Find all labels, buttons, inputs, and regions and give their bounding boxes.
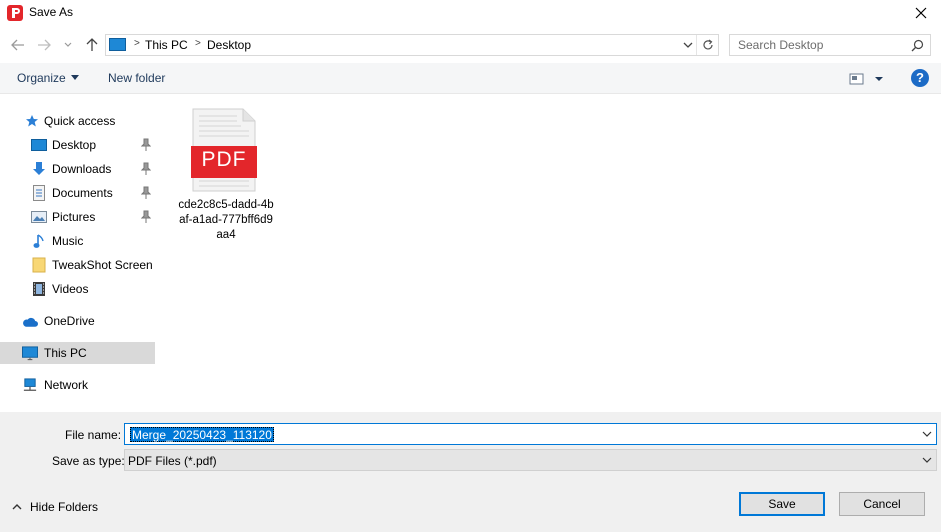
- chevron-down-icon: [683, 42, 693, 48]
- chevron-down-icon[interactable]: [921, 428, 933, 440]
- desktop-folder-icon: [31, 137, 47, 153]
- this-pc-icon: [109, 38, 126, 51]
- network-icon: [22, 377, 38, 393]
- hide-folders-button[interactable]: Hide Folders: [12, 500, 98, 514]
- dialog-title: Save As: [29, 5, 74, 19]
- pictures-icon: [31, 209, 47, 225]
- breadcrumb-this-pc[interactable]: This PC: [145, 38, 188, 52]
- pin-icon: [141, 162, 151, 175]
- nav-item-label: Desktop: [52, 138, 97, 152]
- nav-item-label: Network: [44, 378, 89, 392]
- file-name-label: cde2c8c5-dadd-4baf-a1ad-777bff6d9aa4: [178, 199, 274, 241]
- save-options-panel: File name: Merge_20250423_113120 Save as…: [0, 412, 941, 532]
- nav-item-music[interactable]: Music: [0, 230, 155, 252]
- recent-locations-button[interactable]: [62, 36, 74, 54]
- pin-icon: [141, 138, 151, 151]
- nav-item-label: OneDrive: [44, 314, 95, 328]
- arrow-up-icon: [86, 38, 98, 51]
- breadcrumb-desktop[interactable]: Desktop: [207, 38, 251, 52]
- address-bar[interactable]: > This PC > Desktop: [105, 34, 719, 56]
- nav-item-documents[interactable]: Documents: [0, 182, 155, 204]
- chevron-down-icon: [64, 42, 72, 47]
- search-box: [729, 34, 931, 56]
- file-name-label: File name:: [65, 428, 122, 442]
- file-name-field[interactable]: Merge_20250423_113120: [124, 423, 937, 445]
- save-as-type-select[interactable]: PDF Files (*.pdf): [124, 449, 937, 471]
- nav-item-label: Downloads: [52, 162, 112, 176]
- navigation-pane: Quick access Desktop Downloads Documents: [0, 94, 157, 412]
- nav-item-label: Music: [52, 234, 84, 248]
- change-view-button[interactable]: [849, 71, 885, 87]
- nav-item-videos[interactable]: Videos: [0, 278, 155, 300]
- pdf-app-icon: [7, 5, 23, 21]
- nav-item-pictures[interactable]: Pictures: [0, 206, 155, 228]
- nav-item-tweakshot-folder[interactable]: TweakShot Screen C: [0, 254, 155, 276]
- view-options-icon: [849, 73, 883, 85]
- pin-icon: [141, 186, 151, 199]
- breadcrumb-separator-icon: >: [134, 38, 140, 49]
- pdf-badge: PDF: [201, 148, 247, 171]
- file-list-area[interactable]: PDF cde2c8c5-dadd-4baf-a1ad-777bff6d9aa4: [157, 94, 941, 412]
- file-item[interactable]: PDF cde2c8c5-dadd-4baf-a1ad-777bff6d9aa4: [176, 106, 276, 248]
- save-button[interactable]: Save: [739, 492, 825, 516]
- help-button[interactable]: ?: [911, 69, 929, 87]
- title-bar: Save As: [0, 0, 941, 26]
- nav-item-label: Pictures: [52, 210, 96, 224]
- navigation-row: > This PC > Desktop: [0, 31, 941, 59]
- file-name-value[interactable]: Merge_20250423_113120: [130, 427, 274, 442]
- refresh-icon: [702, 39, 713, 50]
- arrow-right-icon: [38, 39, 51, 51]
- nav-item-this-pc[interactable]: This PC: [0, 342, 155, 364]
- film-icon: [31, 281, 47, 297]
- nav-item-onedrive[interactable]: OneDrive: [0, 310, 155, 332]
- new-folder-button[interactable]: New folder: [108, 71, 165, 85]
- up-button[interactable]: [83, 36, 101, 54]
- close-icon: [915, 7, 927, 19]
- chevron-down-icon: [922, 457, 932, 463]
- save-as-dialog: Save As > This PC > Desktop Search Deskt…: [0, 0, 941, 532]
- nav-item-label: TweakShot Screen C: [52, 258, 155, 272]
- save-as-type-label: Save as type:: [52, 454, 125, 468]
- download-arrow-icon: [31, 161, 47, 177]
- breadcrumb-separator-icon: >: [195, 38, 201, 49]
- save-as-type-value: PDF Files (*.pdf): [128, 454, 217, 468]
- chevron-up-icon: [12, 504, 22, 510]
- organize-label: Organize: [17, 71, 66, 85]
- nav-item-label: Documents: [52, 186, 113, 200]
- nav-item-quick-access[interactable]: Quick access: [0, 110, 155, 132]
- hide-folders-label: Hide Folders: [30, 500, 99, 514]
- monitor-icon: [22, 345, 38, 361]
- nav-item-downloads[interactable]: Downloads: [0, 158, 155, 180]
- cancel-button[interactable]: Cancel: [839, 492, 925, 516]
- forward-button[interactable]: [35, 36, 53, 54]
- documents-icon: [31, 185, 47, 201]
- nav-item-network[interactable]: Network: [0, 374, 155, 396]
- refresh-button[interactable]: [696, 35, 718, 55]
- address-dropdown-button[interactable]: [681, 38, 695, 52]
- command-bar: Organize New folder ?: [0, 63, 941, 94]
- folder-icon: [31, 257, 47, 273]
- nav-item-label: Quick access: [44, 114, 116, 128]
- close-button[interactable]: [901, 0, 941, 26]
- nav-item-desktop[interactable]: Desktop: [0, 134, 155, 156]
- star-icon: [24, 113, 40, 129]
- nav-item-label: Videos: [52, 282, 89, 296]
- pin-icon: [141, 210, 151, 223]
- music-note-icon: [31, 233, 47, 249]
- search-input[interactable]: [730, 35, 906, 55]
- cloud-icon: [22, 314, 38, 330]
- caret-down-icon: [70, 75, 79, 80]
- nav-item-label: This PC: [44, 346, 87, 360]
- arrow-left-icon: [11, 39, 24, 51]
- organize-menu-button[interactable]: Organize: [17, 71, 79, 85]
- search-icon[interactable]: [911, 39, 924, 52]
- back-button[interactable]: [9, 36, 27, 54]
